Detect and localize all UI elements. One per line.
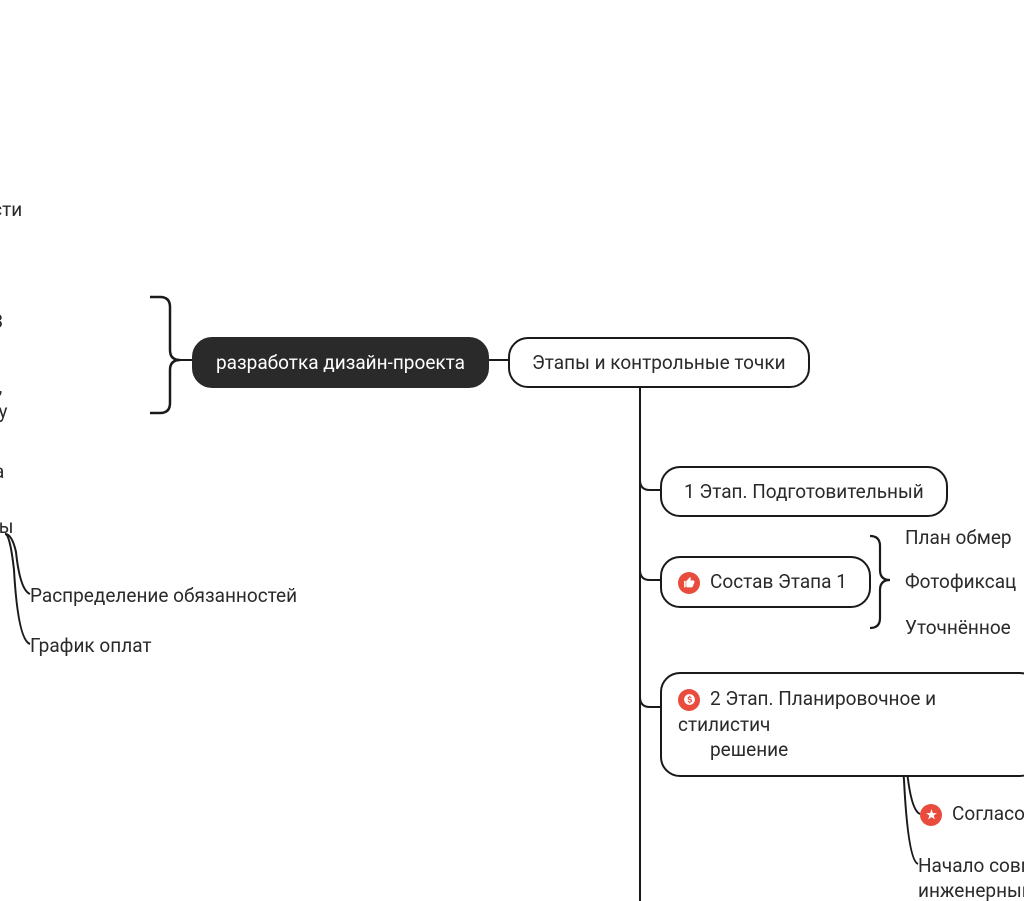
root-node[interactable]: разработка дизайн-проекта — [192, 337, 489, 388]
sub-payments[interactable]: График оплат — [30, 634, 152, 657]
sub-duties[interactable]: Распределение обязанностей — [30, 584, 297, 607]
stage2-child-a[interactable]: Согласова — [920, 802, 1024, 826]
frag-photo-line1: офиксация, — [0, 375, 2, 398]
stage2-child-b2: инженерными — [918, 879, 1024, 901]
comp1-node[interactable]: Состав Этапа 1 — [660, 556, 871, 608]
star-icon — [920, 804, 942, 826]
stage2-node[interactable]: 2 Этап. Планировочное и стилистич решени… — [660, 672, 1024, 777]
comp1-child-c[interactable]: Уточнённое — [905, 616, 1011, 639]
stage2-line2: решение — [710, 738, 788, 761]
stage2-child-a-label: Согласова — [952, 802, 1024, 825]
frag-photo-line2: к по проекту — [0, 400, 8, 423]
frag-tz: ТЗ — [0, 310, 3, 333]
stage2-child-b1[interactable]: Начало совме — [918, 854, 1024, 877]
frag-team: состава команды — [0, 515, 13, 538]
stages-node[interactable]: Этапы и контрольные точки — [508, 337, 810, 388]
stage1-node[interactable]: 1 Этап. Подготовительный — [660, 466, 948, 517]
comp1-label: Состав Этапа 1 — [710, 570, 847, 593]
comp1-child-b[interactable]: Фотофиксац — [905, 570, 1016, 593]
thumbs-up-icon — [678, 572, 700, 594]
dollar-icon — [678, 689, 700, 711]
frag-necessity: бходимости — [0, 198, 22, 221]
comp1-child-a[interactable]: План обмер — [905, 526, 1012, 549]
mindmap-canvas[interactable]: бходимости ТЗ офиксация, к по проекту та… — [0, 0, 1024, 901]
frag-ta: та — [0, 460, 4, 483]
stage2-line1: 2 Этап. Планировочное и стилистич — [678, 687, 936, 736]
